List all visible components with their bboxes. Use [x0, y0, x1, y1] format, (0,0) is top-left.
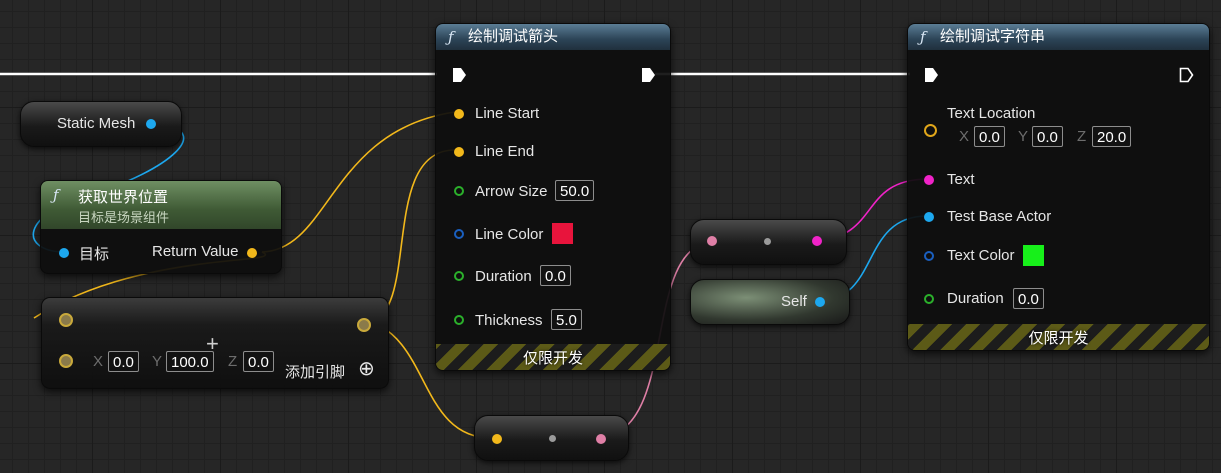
arrow-size-field[interactable]: 50.0: [555, 180, 595, 201]
text-color-label: Text Color: [947, 247, 1015, 264]
test-base-actor-label: Test Base Actor: [947, 208, 1052, 225]
vector-conversion-node[interactable]: [474, 415, 629, 461]
arrow-size-pin[interactable]: [454, 186, 464, 196]
conversion-center-dot: [764, 238, 771, 245]
y-axis-label: Y: [1018, 128, 1029, 145]
duration-label: Duration: [475, 268, 532, 285]
location-y-field[interactable]: 0.0: [1032, 126, 1063, 147]
z-value-field[interactable]: 0.0: [243, 351, 274, 372]
arrow-size-label: Arrow Size: [475, 183, 548, 200]
draw-debug-string-node[interactable]: ƒ 绘制调试字符串 Text Location X 0.0 Y 0.0 Z 20…: [907, 23, 1210, 351]
exec-input-pin[interactable]: [452, 67, 467, 83]
function-icon: ƒ: [920, 28, 926, 46]
node-subtitle: 目标是场景组件: [78, 210, 170, 225]
duration-label: Duration: [947, 290, 1004, 307]
exec-output-pin[interactable]: [641, 67, 656, 83]
thickness-pin[interactable]: [454, 315, 464, 325]
development-only-footer: 仅限开发: [436, 344, 670, 370]
self-output-pin[interactable]: [815, 297, 825, 307]
text-color-pin[interactable]: [924, 251, 934, 261]
line-color-swatch[interactable]: [552, 223, 573, 244]
target-input-pin[interactable]: [59, 248, 69, 258]
vector-output-pin[interactable]: [357, 318, 371, 332]
line-start-label: Line Start: [475, 105, 540, 122]
text-label: Text: [947, 171, 975, 188]
draw-debug-arrow-node[interactable]: ƒ 绘制调试箭头 Line Start Line End Arrow Size …: [435, 23, 671, 371]
duration-field[interactable]: 0.0: [540, 265, 571, 286]
node-title: 绘制调试箭头: [468, 28, 559, 45]
plus-icon: +: [206, 331, 219, 356]
static-mesh-label: Static Mesh: [57, 115, 136, 132]
vector-wire: [261, 111, 456, 253]
target-label: 目标: [79, 246, 110, 263]
y-axis-label: Y: [152, 353, 163, 370]
exec-output-pin[interactable]: [1179, 67, 1194, 83]
conversion-output-pin[interactable]: [596, 434, 606, 444]
text-color-swatch[interactable]: [1023, 245, 1044, 266]
development-only-footer: 仅限开发: [908, 324, 1209, 350]
node-title: 获取世界位置: [78, 189, 169, 206]
line-end-pin[interactable]: [454, 147, 464, 157]
footer-label: 仅限开发: [1028, 330, 1089, 347]
self-node[interactable]: Self: [690, 279, 850, 325]
node-header: ƒ 绘制调试字符串: [908, 24, 1209, 50]
thickness-label: Thickness: [475, 312, 543, 329]
add-pin-icon[interactable]: ⊕: [358, 356, 375, 381]
static-mesh-node[interactable]: Static Mesh: [20, 101, 182, 147]
x-axis-label: X: [93, 353, 104, 370]
make-vector-node[interactable]: X 0.0 Y 100.0 Z 0.0 + 添加引脚 ⊕: [41, 297, 389, 389]
line-color-pin[interactable]: [454, 229, 464, 239]
add-pin-label[interactable]: 添加引脚: [285, 361, 345, 382]
test-base-actor-pin[interactable]: [924, 212, 934, 222]
duration-pin[interactable]: [924, 294, 934, 304]
line-end-label: Line End: [475, 143, 535, 160]
node-header: ƒ 绘制调试箭头: [436, 24, 670, 50]
line-color-label: Line Color: [475, 226, 544, 243]
z-axis-label: Z: [228, 353, 238, 370]
self-label: Self: [781, 293, 807, 310]
to-string-conversion-node[interactable]: [690, 219, 847, 265]
location-x-field[interactable]: 0.0: [974, 126, 1005, 147]
location-z-field[interactable]: 20.0: [1092, 126, 1132, 147]
x-value-field[interactable]: 0.0: [108, 351, 139, 372]
vector-input-pin[interactable]: [59, 313, 73, 327]
line-start-pin[interactable]: [454, 109, 464, 119]
conversion-input-pin[interactable]: [707, 236, 717, 246]
return-value-output-pin[interactable]: [247, 248, 257, 258]
z-axis-label: Z: [1077, 128, 1087, 145]
node-header: ƒ 获取世界位置 目标是场景组件: [41, 181, 281, 229]
duration-pin[interactable]: [454, 271, 464, 281]
function-icon: ƒ: [448, 28, 454, 46]
vector-input-pin-2[interactable]: [59, 354, 73, 368]
conversion-output-pin[interactable]: [812, 236, 822, 246]
function-icon: ƒ: [53, 186, 59, 204]
text-location-label: Text Location: [947, 105, 1036, 122]
conversion-input-pin[interactable]: [492, 434, 502, 444]
get-world-location-node[interactable]: ƒ 获取世界位置 目标是场景组件 目标 Return Value: [40, 180, 282, 274]
text-pin[interactable]: [924, 175, 934, 185]
return-value-label: Return Value: [152, 243, 239, 260]
footer-label: 仅限开发: [522, 350, 583, 367]
exec-input-pin[interactable]: [924, 67, 939, 83]
node-title: 绘制调试字符串: [940, 28, 1046, 45]
thickness-field[interactable]: 5.0: [551, 309, 582, 330]
x-axis-label: X: [959, 128, 970, 145]
static-mesh-output-pin[interactable]: [146, 119, 156, 129]
duration-field[interactable]: 0.0: [1013, 288, 1044, 309]
text-location-pin[interactable]: [924, 124, 937, 137]
conversion-center-dot: [549, 435, 556, 442]
